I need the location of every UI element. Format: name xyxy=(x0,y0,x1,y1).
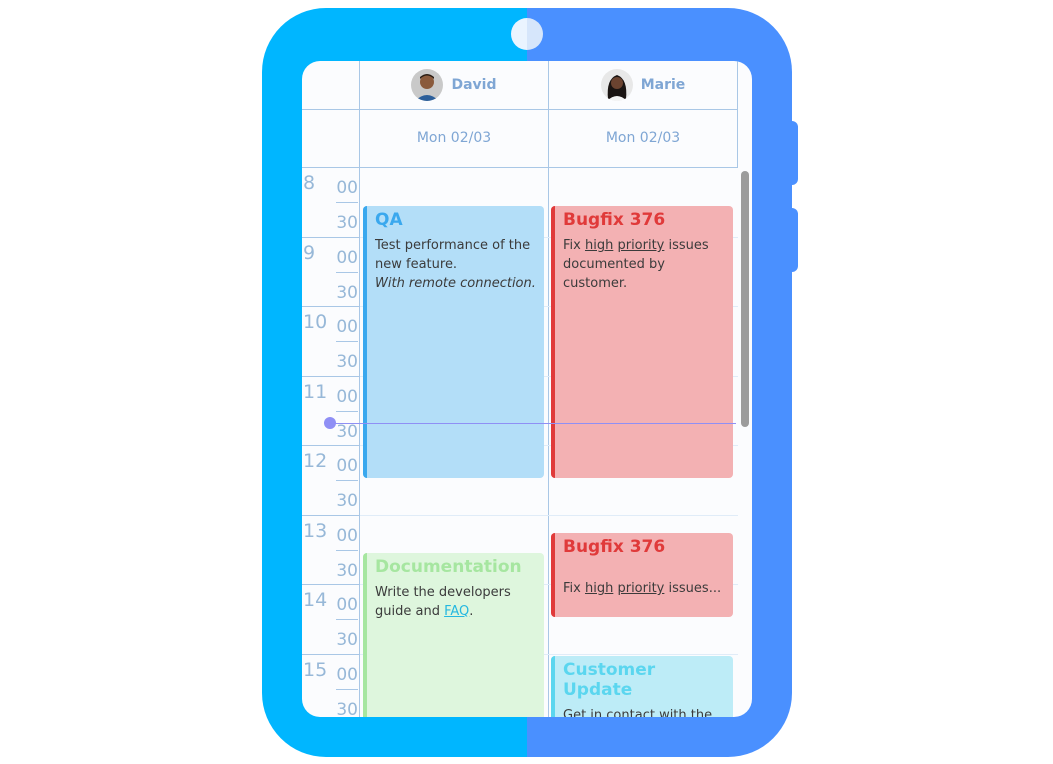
half-hour-divider xyxy=(336,202,358,203)
appointment-title: Bugfix 376 xyxy=(563,210,666,230)
faq-link[interactable]: FAQ xyxy=(444,604,469,619)
appointment-title: QA xyxy=(375,210,403,230)
resource-name: Marie xyxy=(640,77,686,93)
appointment-description: Fix high priority issues... xyxy=(563,581,722,596)
hour-divider xyxy=(302,584,359,585)
vertical-scrollbar[interactable] xyxy=(741,171,749,427)
minute-label: 00 xyxy=(336,525,358,546)
current-time-dot xyxy=(324,417,336,429)
resource-header-marie[interactable]: Marie xyxy=(549,61,737,109)
scheduler: David Marie Mon 02/03 Mon 02/03 8 00 30 9 00… xyxy=(302,61,752,717)
hour-label: 9 xyxy=(303,241,316,264)
appointment-customer-update[interactable]: Customer Update Get in contact with the … xyxy=(551,656,733,717)
hour-label: 13 xyxy=(303,519,328,542)
hour-divider xyxy=(302,236,359,238)
hour-label: 11 xyxy=(303,380,328,403)
hour-divider xyxy=(302,306,359,307)
appointment-documentation[interactable]: Documentation Write the developers guide… xyxy=(363,553,544,717)
appointment-title: Documentation xyxy=(375,557,522,577)
hour-divider xyxy=(302,653,359,655)
minute-label: 30 xyxy=(336,560,358,581)
appointment-description: Test performance of the new feature. Wit… xyxy=(375,238,536,291)
minute-label: 30 xyxy=(336,630,358,650)
half-hour-divider xyxy=(336,549,358,551)
hour-label: 14 xyxy=(303,589,328,611)
hour-row-line xyxy=(360,514,738,516)
half-hour-divider xyxy=(336,619,358,620)
minute-label: 30 xyxy=(336,491,358,511)
minute-label: 30 xyxy=(336,213,358,233)
minute-label: 00 xyxy=(336,595,358,615)
appointment-description: Fix high priority issues documented by c… xyxy=(563,238,709,291)
resource-header-david[interactable]: David xyxy=(360,61,548,109)
volume-down-button xyxy=(786,208,798,272)
minute-label: 00 xyxy=(336,456,358,476)
hour-label: 12 xyxy=(303,450,328,472)
appointment-qa[interactable]: QA Test performance of the new feature. … xyxy=(363,206,544,478)
date-header: Mon 02/03 xyxy=(416,130,492,146)
minute-label: 00 xyxy=(336,317,358,337)
minute-label: 00 xyxy=(336,664,358,685)
appointment-title: Customer Update xyxy=(563,660,656,700)
half-hour-divider xyxy=(336,341,358,342)
appointment-description: Write the developers guide and FAQ. xyxy=(375,585,511,619)
volume-up-button xyxy=(786,121,798,185)
avatar-david xyxy=(411,69,444,101)
minute-label: 00 xyxy=(336,386,358,407)
header-bottom-border xyxy=(302,167,738,168)
hour-label: 8 xyxy=(303,172,316,194)
half-hour-divider xyxy=(336,410,358,412)
resource-name: David xyxy=(451,77,497,93)
avatar-marie xyxy=(600,69,633,101)
half-hour-divider xyxy=(336,480,358,481)
minute-label: 00 xyxy=(336,178,358,198)
appointment-description: Get in contact with the customer to let … xyxy=(563,708,713,717)
camera-icon xyxy=(511,18,543,50)
hour-label: 15 xyxy=(303,658,328,681)
date-header: Mon 02/03 xyxy=(605,130,681,146)
minute-label: 30 xyxy=(336,699,358,718)
appointment-title: Bugfix 376 xyxy=(563,537,666,557)
minute-label: 30 xyxy=(336,282,358,303)
appointment-bugfix-376-2[interactable]: Bugfix 376 Fix high priority issues... xyxy=(551,533,733,617)
half-hour-divider xyxy=(336,688,358,690)
current-time-line xyxy=(330,423,736,424)
minute-label: 00 xyxy=(336,247,358,268)
minute-label: 30 xyxy=(336,352,358,372)
hour-divider xyxy=(302,375,359,377)
hour-divider xyxy=(302,514,359,516)
header-right-border xyxy=(737,61,738,167)
hour-divider xyxy=(302,445,359,446)
half-hour-divider xyxy=(336,271,358,273)
appointment-bugfix-376[interactable]: Bugfix 376 Fix high priority issues docu… xyxy=(551,206,733,478)
hour-label: 10 xyxy=(303,311,328,333)
minute-label: 30 xyxy=(336,421,358,442)
